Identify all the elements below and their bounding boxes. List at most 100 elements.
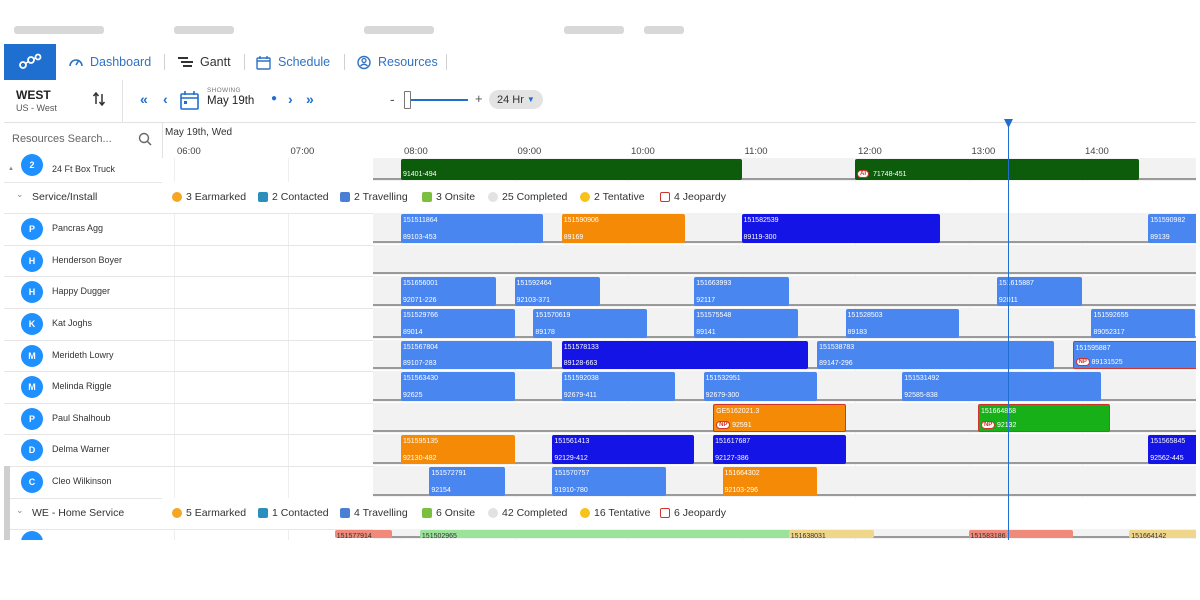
status-jeopardy[interactable]: 4 Jeopardy (660, 191, 726, 203)
job-bar[interactable]: 151511864 89103-453 (401, 214, 543, 243)
resource-search-input[interactable] (10, 132, 139, 146)
job-bar[interactable]: 151617687 92127-386 (713, 435, 846, 464)
job-bar[interactable]: 151578133 89128-663 (561, 341, 808, 369)
region-selector[interactable]: WEST US - West (16, 88, 57, 113)
job-bar[interactable]: 151563430 92625 (401, 372, 515, 401)
job-bar[interactable]: 151570757 91910-780 (552, 467, 666, 496)
earmarked-icon (172, 192, 182, 202)
job-bar[interactable]: 151529766 89014 (401, 309, 515, 338)
job-bar[interactable]: 151565845 92562-445 (1148, 435, 1196, 464)
job-code: 92130-482 (403, 455, 437, 462)
jeopardy-icon (660, 508, 670, 518)
job-bar[interactable]: 151528503 89183 (845, 309, 960, 338)
nav-schedule[interactable]: Schedule (256, 44, 330, 80)
resource-row[interactable]: H Henderson Boyer (4, 245, 162, 277)
job-bar[interactable]: 151592655 89052317 (1091, 309, 1196, 338)
job-id: 151531492 (904, 375, 940, 382)
job-bar[interactable]: 151531492 92585-838 (902, 372, 1101, 401)
job-bar[interactable]: 91401-494 (401, 159, 742, 180)
job-bar[interactable]: 151656001 92071-226 (401, 277, 496, 306)
chevron-down-icon[interactable]: ⌄ (16, 505, 24, 516)
job-code: 92071-226 (403, 297, 437, 304)
job-bar[interactable]: 151638031 (788, 530, 874, 538)
resource-row[interactable]: H Happy Dugger (4, 276, 162, 309)
job-bar[interactable]: 151570619 89178 (533, 309, 647, 338)
status-completed[interactable]: 25 Completed (488, 191, 567, 203)
time-range-dropdown[interactable]: 24 Hr ▼ (489, 90, 543, 109)
resource-row[interactable]: 2 24 Ft Box Truck ▲ (4, 154, 162, 183)
job-bar[interactable]: 151664868 NP 92132 (977, 404, 1111, 432)
nav-resources[interactable]: Resources (356, 44, 438, 80)
nav-dashboard[interactable]: Dashboard (68, 44, 151, 80)
jump-back-button[interactable]: « (140, 91, 148, 107)
status-onsite[interactable]: 3 Onsite (422, 191, 475, 203)
job-bar[interactable]: 151583186 (968, 530, 1073, 538)
resource-row[interactable]: M Merideth Lowry (4, 340, 162, 372)
job-bar[interactable]: 151664142 (1129, 530, 1196, 538)
sort-button[interactable] (92, 91, 106, 109)
status-contacted[interactable]: 2 Contacted (258, 191, 329, 203)
job-bar[interactable]: 151538783 89147-296 (817, 341, 1054, 369)
today-dot-button[interactable]: ● (271, 93, 277, 104)
avatar: H (21, 249, 43, 272)
job-bar[interactable]: 151502965 (419, 530, 799, 538)
job-bar[interactable]: 151664302 92103-296 (722, 467, 818, 496)
status-contacted[interactable]: 1 Contacted (258, 507, 329, 519)
gantt-icon (178, 57, 193, 67)
job-bar[interactable]: 151572791 92154 (429, 467, 506, 496)
job-bar[interactable]: GE5162021.3 NP 92591 (713, 404, 846, 432)
next-day-button[interactable]: › (288, 91, 293, 107)
job-bar[interactable]: 151595887 NP 89131525 (1072, 341, 1196, 369)
job-bar[interactable]: 151561413 92129-412 (552, 435, 695, 464)
job-bar[interactable]: 151592038 92679-411 (561, 372, 676, 401)
zoom-slider-handle[interactable] (404, 91, 411, 109)
job-bar[interactable]: 151663993 92117 (694, 277, 789, 306)
date-picker-button[interactable] (180, 90, 200, 113)
status-jeopardy[interactable]: 6 Jeopardy (660, 507, 726, 519)
search-icon[interactable] (138, 132, 152, 146)
zoom-slider-track[interactable] (408, 99, 468, 101)
resource-row[interactable]: K Kat Joghs (4, 308, 162, 341)
status-earmarked[interactable]: 3 Earmarked (172, 191, 246, 203)
job-bar[interactable]: 151590982 89139 (1148, 214, 1196, 243)
job-id: 151565845 (1150, 438, 1186, 445)
collapse-arrow-icon[interactable]: ▲ (8, 166, 14, 172)
status-tentative[interactable]: 16 Tentative (580, 507, 650, 519)
job-bar[interactable]: AI 71748-451 (855, 159, 1139, 180)
group-row[interactable]: ⌄ Service/Install (4, 182, 162, 214)
resource-row[interactable]: M Melinda Riggle (4, 371, 162, 404)
status-truck[interactable]: 4 Travelling (340, 507, 408, 519)
job-bar[interactable]: 151582539 89119-300 (741, 214, 941, 243)
resource-row[interactable]: P Paul Shalhoub (4, 403, 162, 435)
time-tick-label: 09:00 (517, 146, 542, 157)
job-bar[interactable]: 151532951 92679-300 (703, 372, 818, 401)
jump-forward-button[interactable]: » (306, 91, 314, 107)
status-label: 4 Jeopardy (674, 191, 726, 203)
resource-row[interactable]: C Cleo Wilkinson (4, 466, 162, 499)
zoom-out-button[interactable]: - (390, 91, 395, 107)
resource-row[interactable] (4, 529, 162, 540)
status-truck[interactable]: 2 Travelling (340, 191, 408, 203)
resource-row[interactable]: D Delma Warner (4, 434, 162, 467)
job-bar[interactable]: 151575548 89141 (694, 309, 799, 338)
app-logo[interactable] (4, 44, 56, 80)
job-bar[interactable]: 151567804 89107-283 (401, 341, 553, 369)
job-bar[interactable]: 151577914 (334, 530, 392, 538)
chevron-down-icon[interactable]: ⌄ (16, 189, 24, 200)
job-bar[interactable]: 151595135 92130-482 (401, 435, 515, 464)
zoom-in-button[interactable]: + (475, 91, 483, 106)
nav-gantt[interactable]: Gantt (178, 44, 231, 80)
job-bar[interactable]: 15161588792011 (996, 277, 1082, 306)
job-bar[interactable]: 151590906 89169 (561, 214, 685, 243)
vertical-scrollbar[interactable] (4, 466, 10, 540)
status-completed[interactable]: 42 Completed (488, 507, 567, 519)
group-row[interactable]: ⌄ WE - Home Service (4, 498, 162, 530)
resource-row[interactable]: P Pancras Agg (4, 213, 162, 246)
status-onsite[interactable]: 6 Onsite (422, 507, 475, 519)
job-bar[interactable]: 151592464 92103-371 (514, 277, 600, 306)
hour-gridline (287, 158, 289, 540)
status-label: 2 Contacted (272, 191, 329, 203)
status-earmarked[interactable]: 5 Earmarked (172, 507, 246, 519)
status-tentative[interactable]: 2 Tentative (580, 191, 645, 203)
prev-day-button[interactable]: ‹ (163, 91, 168, 107)
